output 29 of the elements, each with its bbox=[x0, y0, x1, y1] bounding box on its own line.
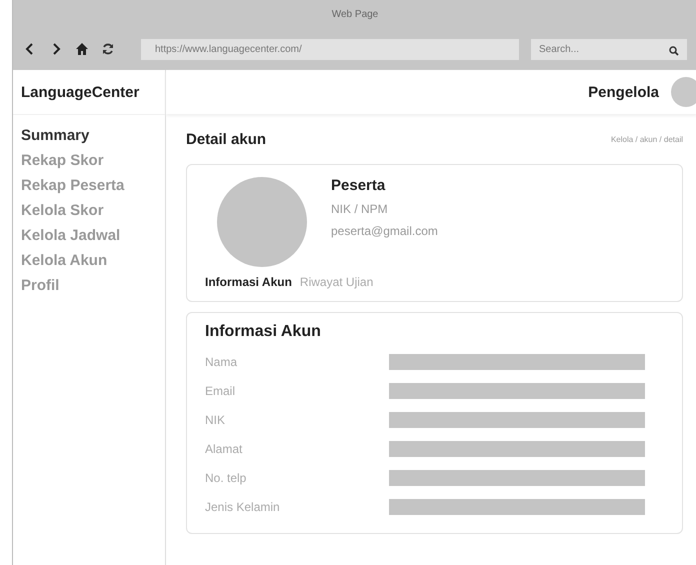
home-icon[interactable] bbox=[75, 42, 89, 56]
field-label: Jenis Kelamin bbox=[205, 500, 281, 514]
sidebar-item[interactable]: Summary bbox=[21, 127, 157, 144]
field-label: Nama bbox=[205, 354, 238, 368]
sidebar-item[interactable]: Kelola Akun bbox=[21, 252, 157, 269]
tab[interactable]: Informasi Akun bbox=[205, 275, 292, 289]
tab[interactable]: Riwayat Ujian bbox=[300, 275, 374, 289]
user-name: Pengelola bbox=[588, 84, 659, 100]
field-label: No. telp bbox=[205, 470, 248, 484]
profile-email: peserta@gmail.com bbox=[331, 224, 438, 238]
field-label: NIK bbox=[205, 412, 226, 426]
brand-name: LanguageCenter bbox=[13, 70, 165, 115]
search-icon[interactable] bbox=[669, 46, 679, 56]
sidebar-item[interactable]: Rekap Peserta bbox=[21, 177, 157, 194]
profile-id: NIK / NPM bbox=[331, 202, 389, 216]
refresh-icon[interactable] bbox=[101, 42, 115, 56]
field-label: Alamat bbox=[205, 442, 244, 456]
sidebar-item[interactable]: Profil bbox=[21, 277, 157, 294]
page-title: Detail akun bbox=[186, 130, 266, 148]
sidebar-item[interactable]: Rekap Skor bbox=[21, 152, 157, 169]
window-title: Web Page bbox=[332, 8, 378, 20]
profile-name: Peserta bbox=[331, 177, 386, 194]
address-field[interactable]: https://www.languagecenter.com/ bbox=[141, 38, 519, 60]
search-field[interactable]: Search... bbox=[531, 38, 687, 60]
breadcrumb: Kelola / akun / detail bbox=[610, 134, 683, 144]
sidebar-item[interactable]: Kelola Skor bbox=[21, 202, 157, 219]
field-label: Email bbox=[205, 384, 236, 398]
sidebar-item[interactable]: Kelola Jadwal bbox=[21, 227, 157, 244]
section-title: Informasi Akun bbox=[205, 323, 322, 341]
